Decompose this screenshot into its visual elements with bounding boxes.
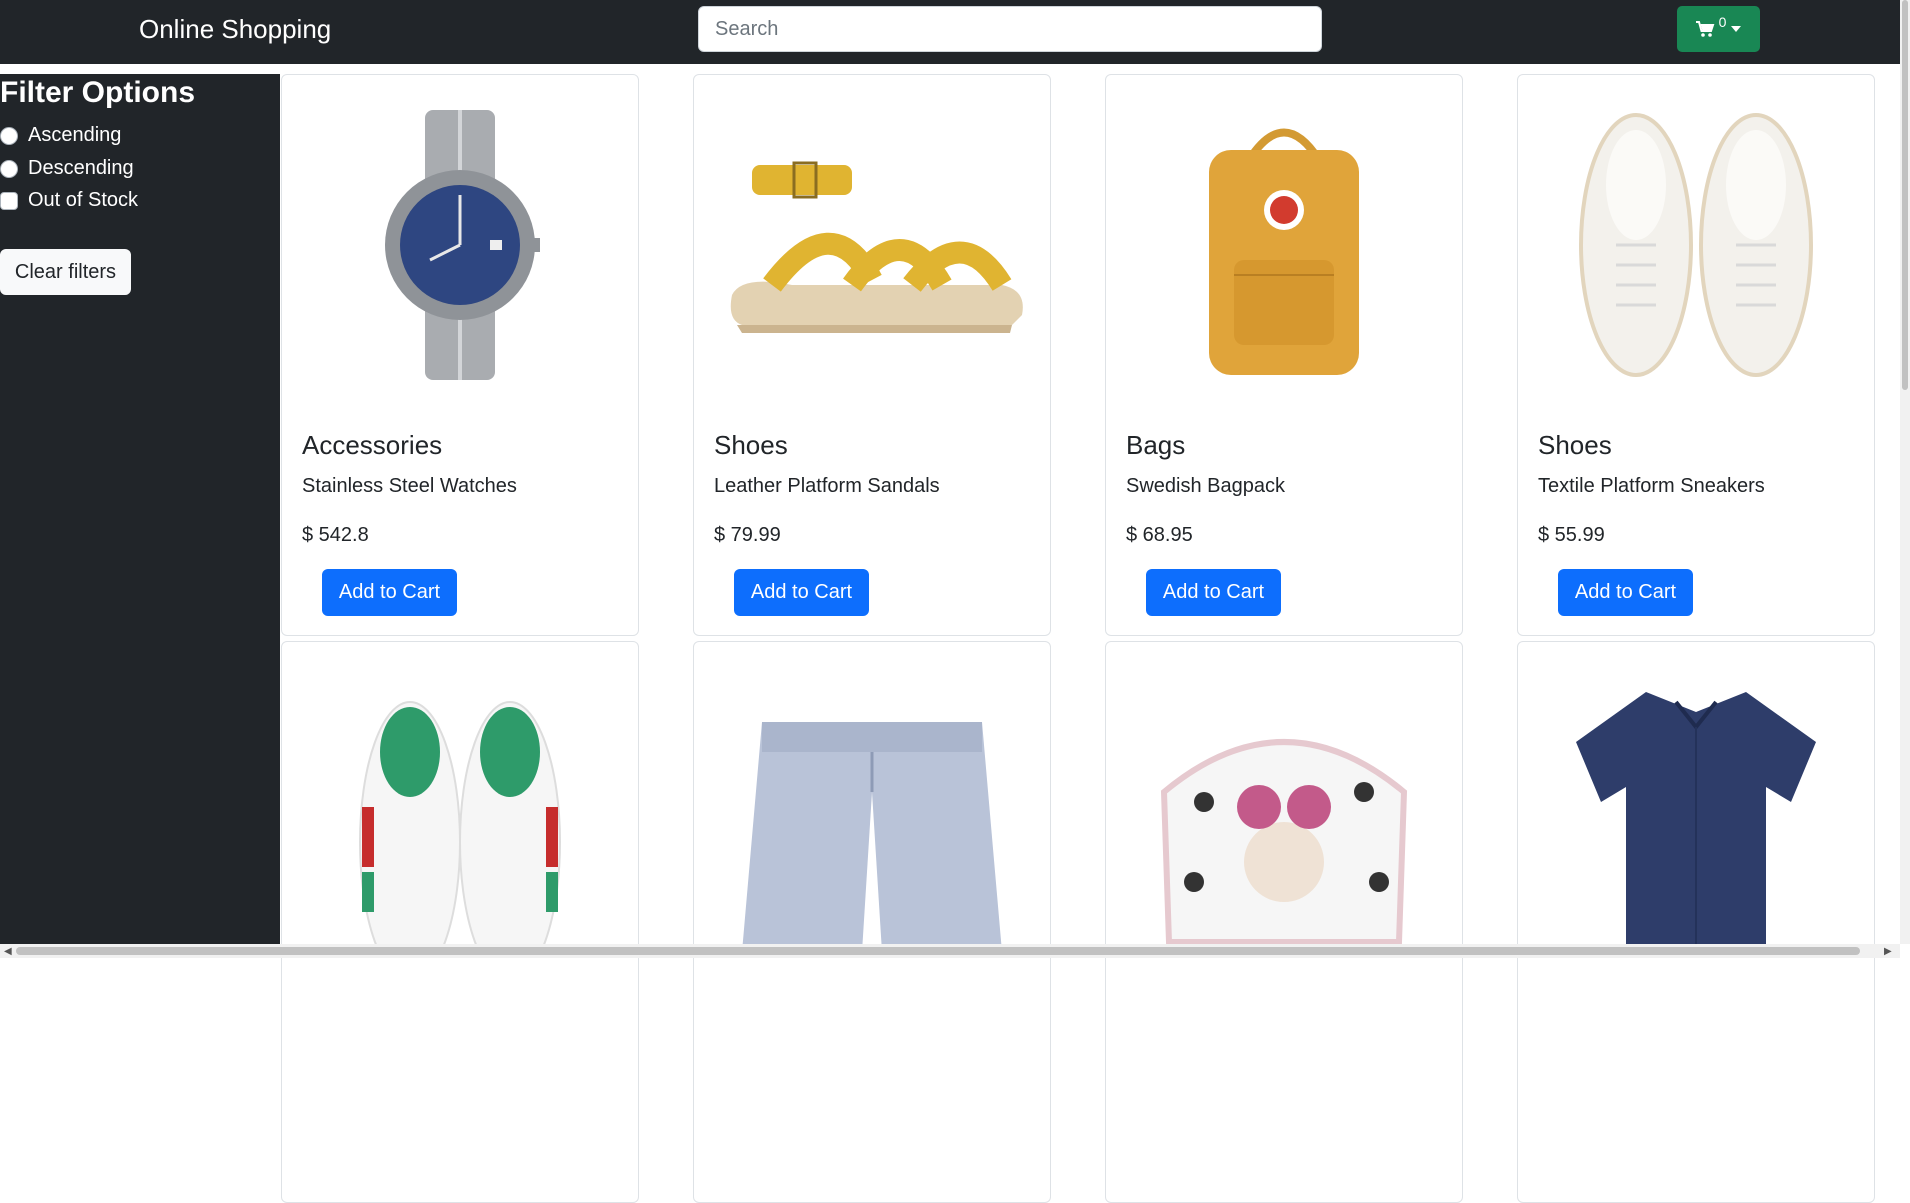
filter-ascending[interactable]: Ascending [0,124,121,147]
backpack-image[interactable] [1106,95,1462,395]
vertical-scroll-thumb[interactable] [1902,0,1908,390]
scroll-right-arrow-icon[interactable]: ▶ [1884,946,1892,957]
filter-descending[interactable]: Descending [0,157,134,180]
descending-label: Descending [28,157,134,179]
filter-title: Filter Options [0,76,195,109]
product-card [1517,641,1875,1203]
ascending-radio[interactable] [0,126,18,145]
product-category: Shoes [1538,430,1612,460]
product-card: Shoes Textile Platform Sneakers $ 55.99 … [1517,74,1875,636]
product-category: Shoes [714,430,788,460]
out-of-stock-checkbox[interactable] [0,191,18,210]
sneakers-image[interactable] [1518,95,1874,395]
search-input[interactable] [698,6,1322,52]
ascending-label: Ascending [28,124,122,146]
horizontal-scroll-thumb[interactable] [16,947,1860,955]
clear-filters-button[interactable]: Clear filters [0,249,131,295]
filter-out-of-stock[interactable]: Out of Stock [0,189,138,212]
shirt-image[interactable] [1518,682,1874,952]
add-to-cart-button[interactable]: Add to Cart [1558,569,1693,616]
product-price: $ 68.95 [1126,524,1193,546]
product-name: Stainless Steel Watches [302,475,517,497]
polka-dot-bag-image[interactable] [1106,732,1462,952]
product-card [693,641,1051,1203]
product-card: Bags Swedish Bagpack $ 68.95 Add to Cart [1105,74,1463,636]
product-card [281,641,639,1203]
sandal-image[interactable] [694,95,1050,395]
navbar: Online Shopping 0 [0,0,1900,64]
out-of-stock-label: Out of Stock [28,189,139,211]
product-card: Shoes Leather Platform Sandals $ 79.99 A… [693,74,1051,636]
product-price: $ 542.8 [302,524,369,546]
product-card: Accessories Stainless Steel Watches $ 54… [281,74,639,636]
caret-down-icon [1731,26,1742,32]
descending-radio[interactable] [0,159,18,178]
add-to-cart-button[interactable]: Add to Cart [734,569,869,616]
watch-image[interactable] [282,95,638,395]
cart-button[interactable]: 0 [1677,6,1760,52]
filter-sidebar: Filter Options Ascending Descending Out … [0,74,280,944]
add-to-cart-button[interactable]: Add to Cart [1146,569,1281,616]
product-price: $ 55.99 [1538,524,1605,546]
add-to-cart-button[interactable]: Add to Cart [322,569,457,616]
striped-sneakers-image[interactable] [282,692,638,952]
scroll-left-arrow-icon[interactable]: ◀ [4,946,12,957]
product-category: Bags [1126,430,1186,460]
cart-icon [1695,21,1714,37]
cart-count: 0 [1718,14,1727,30]
product-name: Leather Platform Sandals [714,475,940,497]
product-name: Textile Platform Sneakers [1538,475,1765,497]
product-name: Swedish Bagpack [1126,475,1285,497]
product-card [1105,641,1463,1203]
product-price: $ 79.99 [714,524,781,546]
product-category: Accessories [302,430,443,460]
brand[interactable]: Online Shopping [139,14,331,45]
shorts-image[interactable] [694,722,1050,952]
